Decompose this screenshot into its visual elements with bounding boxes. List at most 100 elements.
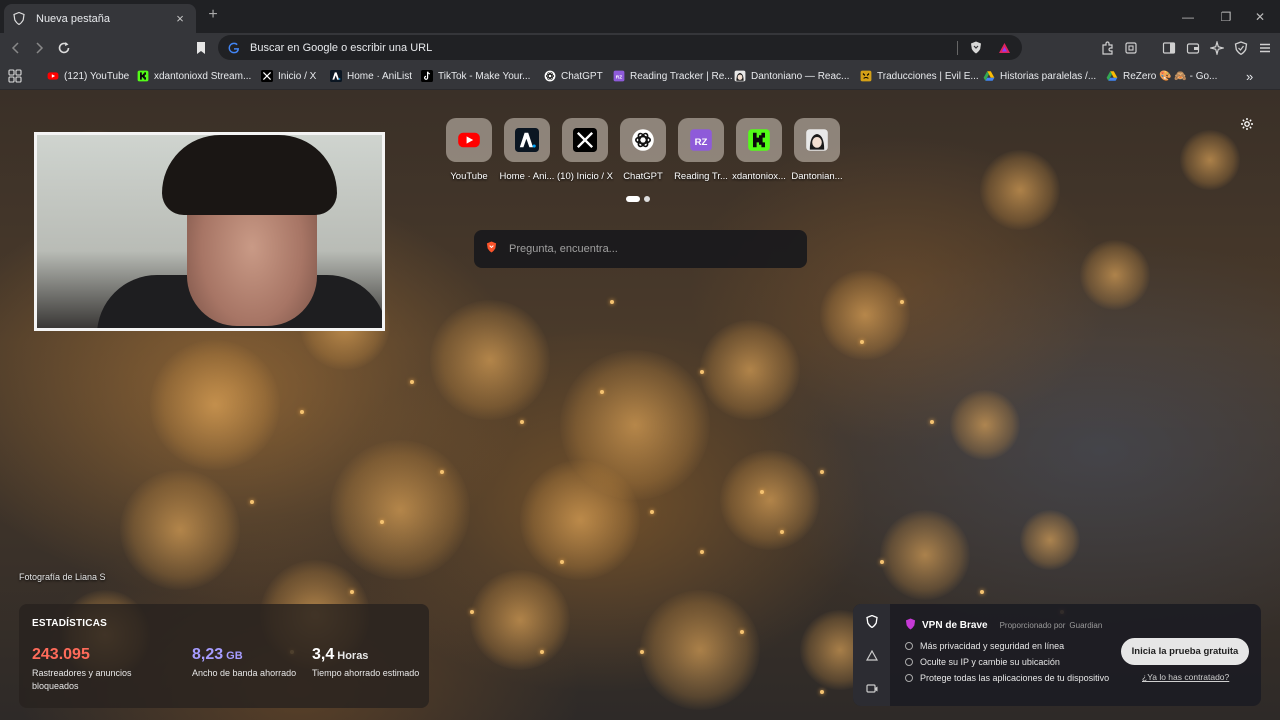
leo-ai-icon[interactable]: [1208, 39, 1226, 57]
bokeh-light: [640, 590, 760, 710]
spark-particle: [820, 470, 824, 474]
top-site-label: Reading Tr...: [674, 171, 728, 182]
vpn-feature-text: Oculte su IP y cambie su ubicación: [920, 657, 1060, 667]
wallet-icon[interactable]: [1184, 39, 1202, 57]
spark-particle: [540, 650, 544, 654]
vpn-logo-icon: [905, 618, 916, 633]
top-site-tile[interactable]: ChatGPT: [614, 118, 672, 188]
vpn-shield-icon[interactable]: [1232, 39, 1250, 57]
top-site-tile[interactable]: xdantoniox...: [730, 118, 788, 188]
youtube-icon: [47, 70, 59, 82]
trackers-value: 243.095: [32, 646, 90, 663]
vpn-feature: Más privacidad y seguridad en línea: [905, 641, 1064, 651]
forward-arrow-icon: [36, 42, 44, 54]
extensions-icon[interactable]: [1098, 39, 1116, 57]
stats-header: ESTADÍSTICAS: [32, 618, 107, 629]
check-icon: [905, 674, 913, 682]
trackers-desc: Rastreadores y anuncios bloqueados: [32, 668, 132, 691]
spark-particle: [980, 590, 984, 594]
bokeh-light: [880, 510, 970, 600]
bookmark-item[interactable]: RZ Reading Tracker | Re...: [613, 68, 733, 84]
anilist-icon: [330, 70, 342, 82]
sidebar-toggle-icon[interactable]: [1160, 39, 1178, 57]
vpn-free-trial-button[interactable]: Inicia la prueba gratuita: [1121, 638, 1249, 665]
spark-particle: [700, 370, 704, 374]
bookmark-button[interactable]: [191, 38, 211, 58]
bandwidth-desc: Ancho de banda ahorrado: [192, 668, 297, 678]
spark-particle: [650, 510, 654, 514]
reload-button[interactable]: [54, 38, 74, 58]
bookmark-label: Historias paralelas /...: [1000, 70, 1097, 82]
search-input[interactable]: [509, 243, 789, 255]
rewards-rail-icon[interactable]: [865, 648, 879, 662]
bokeh-light: [470, 570, 570, 670]
spark-particle: [760, 490, 764, 494]
tab-new-tab[interactable]: Nueva pestaña ×: [4, 4, 196, 33]
bookmark-item[interactable]: Historias paralelas /...: [983, 68, 1096, 84]
bookmark-item[interactable]: TikTok - Make Your...: [421, 68, 530, 84]
vpn-title-row: VPN de Brave Proporcionado por Guardian: [905, 618, 1102, 633]
bokeh-light: [950, 390, 1020, 460]
time-value: 3,4: [312, 646, 335, 663]
settings-gear-icon[interactable]: [1240, 117, 1256, 133]
top-site-tile[interactable]: Dantonian...: [788, 118, 846, 188]
screenshot-icon[interactable]: [1122, 39, 1140, 57]
spark-particle: [380, 520, 384, 524]
address-bar[interactable]: Buscar en Google o escribir una URL: [218, 35, 1022, 60]
check-icon: [905, 658, 913, 666]
talk-rail-icon[interactable]: [865, 682, 879, 696]
bokeh-light: [1180, 130, 1240, 190]
widget-rail: [853, 604, 890, 706]
bookmark-item[interactable]: Traducciones | Evil E...: [860, 68, 979, 84]
chatgpt-icon: [620, 118, 666, 162]
bookmark-item[interactable]: Home · AniList: [330, 68, 412, 84]
kick-icon: [736, 118, 782, 162]
forward-button[interactable]: [29, 38, 49, 58]
bokeh-light: [520, 460, 640, 580]
reading-tracker-icon: RZ: [613, 70, 625, 82]
bookmark-item[interactable]: (121) YouTube: [47, 68, 129, 84]
back-arrow-icon: [11, 42, 19, 54]
top-sites-pagination: [626, 196, 650, 202]
new-tab-page: YouTube Home · Ani... (10) Inicio / X ChatG…: [0, 90, 1280, 720]
close-window-button[interactable]: ✕: [1240, 0, 1280, 33]
bookmarks-overflow-button[interactable]: »: [1246, 68, 1253, 84]
page-dot-1[interactable]: [626, 196, 640, 202]
bookmark-label: Inicio / X: [278, 70, 317, 82]
top-site-tile[interactable]: Home · Ani...: [498, 118, 556, 188]
page-dot-2[interactable]: [644, 196, 650, 202]
apps-grid-button[interactable]: [8, 68, 22, 84]
photo-credit[interactable]: Fotografía de Liana S: [19, 572, 106, 582]
check-icon: [905, 642, 913, 650]
minimize-button[interactable]: —: [1168, 0, 1208, 33]
vpn-feature: Protege todas las aplicaciones de tu dis…: [905, 673, 1109, 683]
search-box: [474, 230, 807, 268]
vpn-already-purchased-link[interactable]: ¿Ya lo has contratado?: [1142, 672, 1229, 682]
top-site-tile[interactable]: YouTube: [440, 118, 498, 188]
brave-search-icon: [486, 240, 497, 258]
tab-strip: Nueva pestaña × + — ❐ ✕: [0, 0, 1280, 33]
bookmark-label: Home · AniList: [347, 70, 413, 82]
bokeh-light: [820, 270, 910, 360]
back-button[interactable]: [6, 38, 26, 58]
close-tab-icon[interactable]: ×: [172, 11, 188, 26]
bookmark-item[interactable]: Dantoniano — Reac...: [734, 68, 849, 84]
stat-time-saved: 3,4 Horas Tiempo ahorrado estimado: [312, 646, 422, 680]
anilist-icon: [504, 118, 550, 162]
bokeh-light: [980, 150, 1060, 230]
bookmark-item[interactable]: Inicio / X: [261, 68, 316, 84]
bookmark-item[interactable]: xdantonioxd Stream...: [137, 68, 251, 84]
menu-icon[interactable]: [1256, 39, 1274, 57]
bookmark-item[interactable]: ChatGPT: [544, 68, 603, 84]
spark-particle: [700, 550, 704, 554]
bokeh-light: [1080, 240, 1150, 310]
vpn-rail-icon[interactable]: [865, 614, 879, 628]
top-site-tile[interactable]: RZ Reading Tr...: [672, 118, 730, 188]
top-site-label: (10) Inicio / X: [557, 171, 613, 182]
bookmark-item[interactable]: ReZero 🎨 🙈 - Go...: [1106, 68, 1217, 84]
top-site-tile[interactable]: (10) Inicio / X: [556, 118, 614, 188]
brave-shields-icon[interactable]: [966, 40, 986, 56]
spark-particle: [900, 300, 904, 304]
brave-rewards-icon[interactable]: [994, 40, 1014, 56]
new-tab-button[interactable]: +: [205, 7, 221, 23]
